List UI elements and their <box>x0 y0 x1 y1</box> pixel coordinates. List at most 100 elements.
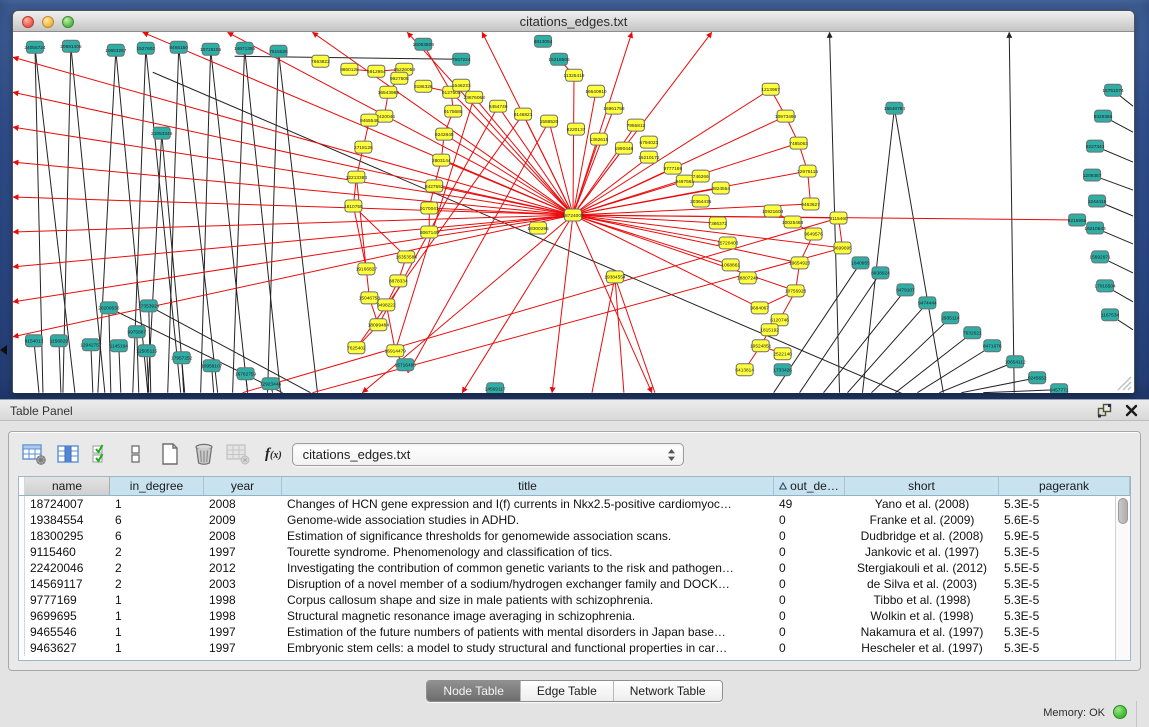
table-cell[interactable]: Embryonic stem cells: a model to study s… <box>282 640 774 656</box>
column-header-in_degree[interactable]: in_degree <box>110 477 204 495</box>
graph-node[interactable]: 9242845 <box>435 128 454 140</box>
graph-node[interactable]: 9227343 <box>1086 140 1105 152</box>
network-canvas[interactable]: 1872400718300295193845549860128591295415… <box>13 32 1134 393</box>
table-cell[interactable]: 18300295 <box>25 528 110 544</box>
table-cell[interactable]: 9777169 <box>25 592 110 608</box>
graph-node[interactable]: 9699695 <box>833 242 852 254</box>
table-row[interactable]: 969969511998Structural magnetic resonanc… <box>19 608 1130 624</box>
table-cell[interactable]: 2008 <box>204 528 282 544</box>
graph-edge[interactable] <box>961 378 1037 393</box>
graph-node[interactable]: 11325419 <box>564 69 585 81</box>
graph-edge[interactable] <box>871 318 950 393</box>
table-cell[interactable]: Tourette syndrome. Phenomenology and cla… <box>282 544 774 560</box>
graph-edge[interactable] <box>615 277 624 393</box>
network-window-titlebar[interactable]: citations_edges.txt <box>13 11 1134 32</box>
graph-node[interactable]: 2718126 <box>354 141 373 153</box>
table-cell[interactable]: 0 <box>774 576 845 592</box>
graph-node[interactable]: 1527602 <box>136 42 155 54</box>
resize-grip-icon[interactable] <box>1114 373 1132 391</box>
column-header-out_de[interactable]: out_de… <box>774 477 845 495</box>
table-row[interactable]: 1938455462009Genome-wide association stu… <box>19 512 1130 528</box>
graph-edge[interactable] <box>462 215 573 393</box>
graph-node[interactable]: 3824554 <box>711 182 730 194</box>
table-cell[interactable]: 22420046 <box>25 560 110 576</box>
graph-node[interactable]: 5912954 <box>367 65 386 77</box>
graph-node[interactable]: 9975887 <box>127 326 146 338</box>
graph-node[interactable]: 7625402 <box>347 342 366 354</box>
table-cell[interactable]: 1 <box>110 640 204 656</box>
graph-node[interactable]: 8186328 <box>414 80 433 92</box>
graph-node[interactable]: 18807249 <box>737 272 759 284</box>
table-cell[interactable]: Disruption of a novel member of a sodium… <box>282 576 774 592</box>
graph-node[interactable]: 8067140 <box>420 226 439 238</box>
select-columns-button[interactable] <box>89 441 115 467</box>
graph-edge[interactable] <box>312 248 842 393</box>
table-cell[interactable]: 0 <box>774 608 845 624</box>
graph-node[interactable]: 16543982 <box>378 86 400 98</box>
graph-node[interactable]: 1733426 <box>773 364 792 376</box>
graph-node[interactable]: 15716485 <box>395 359 417 371</box>
graph-node[interactable]: 17353924 <box>138 300 160 312</box>
table-cell[interactable]: 1 <box>110 496 204 512</box>
table-cell[interactable]: Tibbo et al. (1998) <box>845 592 999 608</box>
graph-node[interactable]: 9175685 <box>444 105 463 117</box>
network-graph[interactable]: 1872400718300295193845549860128591295415… <box>13 32 1134 393</box>
graph-node[interactable]: 1546233 <box>452 79 471 91</box>
graph-edge[interactable] <box>552 215 573 393</box>
graph-edge[interactable] <box>573 139 599 215</box>
table-row[interactable]: 2242004622012Investigating the contribut… <box>19 560 1130 576</box>
column-header-title[interactable]: title <box>282 477 774 495</box>
graph-node[interactable]: 6413814 <box>735 364 754 376</box>
graph-node[interactable]: 20691406 <box>60 40 82 52</box>
graph-node[interactable]: 18724007 <box>562 209 584 221</box>
table-row[interactable]: 946554611997Estimation of the future num… <box>19 624 1130 640</box>
graph-edge[interactable] <box>615 277 655 393</box>
table-cell[interactable]: 2 <box>110 560 204 576</box>
table-cell[interactable]: 18724007 <box>25 496 110 512</box>
table-cell[interactable]: Jankovic et al. (1997) <box>845 544 999 560</box>
graph-node[interactable]: 9649576 <box>804 228 823 240</box>
graph-node[interactable]: 16210172 <box>638 151 660 163</box>
graph-node[interactable]: 23676068 <box>464 91 486 103</box>
graph-node[interactable]: 8813054 <box>534 35 553 47</box>
graph-edge[interactable] <box>862 108 894 392</box>
graph-node[interactable]: 9245652 <box>1028 372 1047 384</box>
graph-node[interactable]: 9154013 <box>25 335 44 347</box>
tab-edge-table[interactable]: Edge Table <box>521 681 614 701</box>
graph-node[interactable]: 8471676 <box>983 340 1002 352</box>
graph-edge[interactable] <box>137 332 139 393</box>
table-cell[interactable]: 2009 <box>204 512 282 528</box>
table-cell[interactable]: 5.3E-5 <box>999 544 1130 560</box>
table-cell[interactable]: Structural magnetic resonance image aver… <box>282 608 774 624</box>
table-cell[interactable]: de Silva et al. (2003) <box>845 576 999 592</box>
tab-node-table[interactable]: Node Table <box>427 681 521 701</box>
graph-node[interactable]: 9146821 <box>514 108 533 120</box>
graph-node[interactable]: 8215955 <box>1068 214 1087 226</box>
table-row[interactable]: 946362711997Embryonic stem cells: a mode… <box>19 640 1130 656</box>
float-panel-icon[interactable] <box>1097 403 1112 418</box>
graph-node[interactable]: 1990448 <box>615 142 634 154</box>
graph-edge[interactable] <box>592 277 615 393</box>
table-row[interactable]: 1830029562008Estimation of significance … <box>19 528 1130 544</box>
graph-node[interactable]: 7386372 <box>708 217 727 229</box>
graph-node[interactable]: 8466160 <box>169 41 188 53</box>
graph-edge[interactable] <box>13 197 573 215</box>
graph-edge[interactable] <box>939 362 1015 393</box>
table-cell[interactable]: 5.3E-5 <box>999 496 1130 512</box>
graph-edge[interactable] <box>13 215 573 337</box>
table-cell[interactable]: Estimation of significance thresholds fo… <box>282 528 774 544</box>
graph-node[interactable]: 8878334 <box>389 275 408 287</box>
graph-edge[interactable] <box>573 75 574 215</box>
graph-node[interactable]: 1156829 <box>50 335 69 347</box>
graph-node[interactable]: 24055724 <box>24 41 46 53</box>
table-row[interactable]: 977716911998Corpus callosum shape and si… <box>19 592 1130 608</box>
graph-node[interactable]: 9860128 <box>340 63 359 75</box>
table-cell[interactable]: 5.6E-5 <box>999 512 1130 528</box>
tab-network-table[interactable]: Network Table <box>614 681 722 701</box>
table-cell[interactable]: 6 <box>110 528 204 544</box>
graph-edge[interactable] <box>13 57 573 215</box>
graph-node[interactable]: 16961758 <box>603 102 625 114</box>
graph-node[interactable]: 18300295 <box>527 222 549 234</box>
column-header-name[interactable]: name <box>25 477 110 495</box>
graph-edge[interactable] <box>233 48 245 392</box>
